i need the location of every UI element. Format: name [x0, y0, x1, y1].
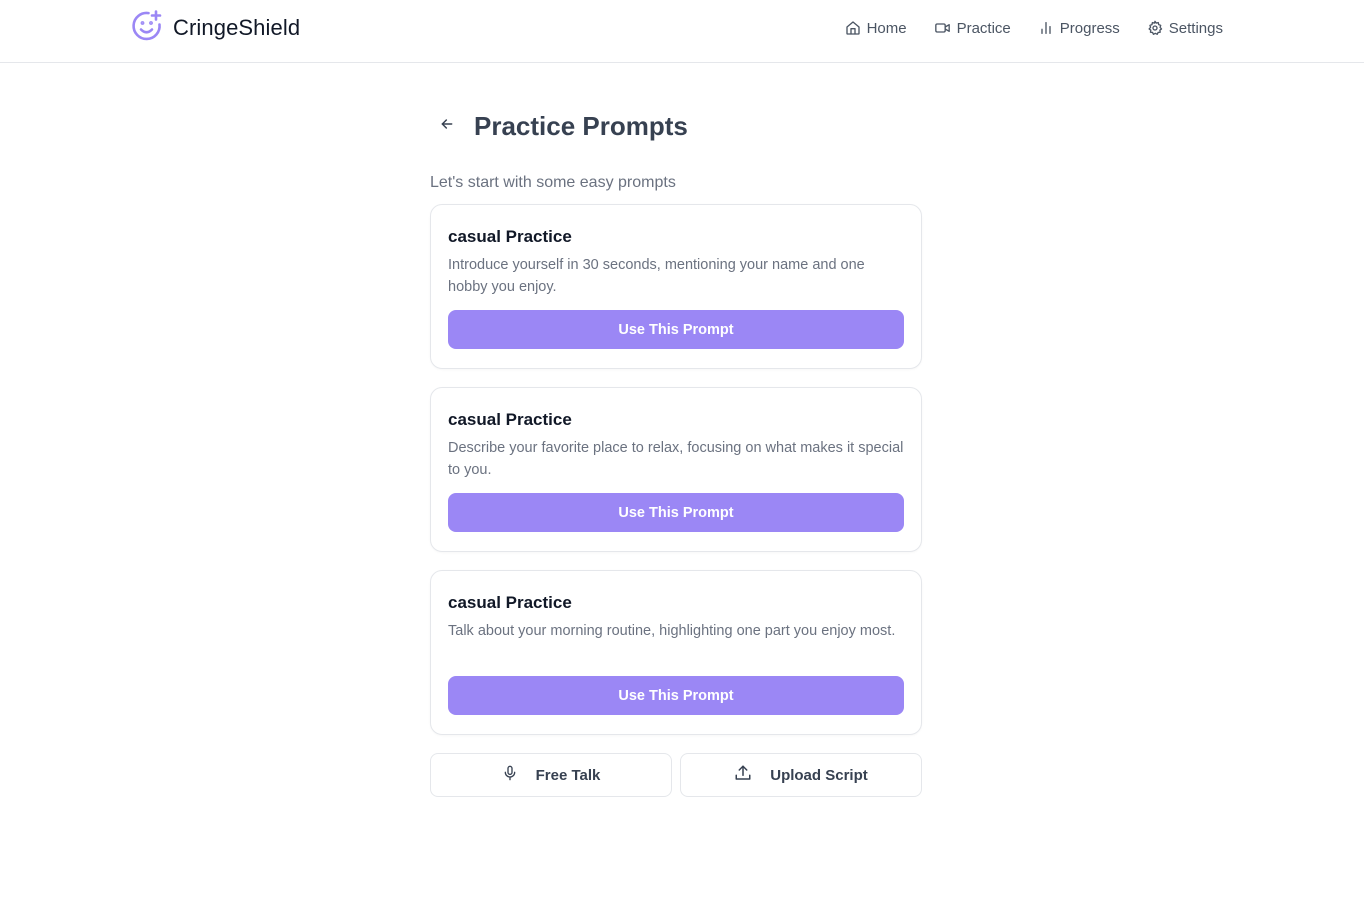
- upload-script-button[interactable]: Upload Script: [680, 753, 922, 797]
- smile-plus-icon: [130, 9, 164, 48]
- home-icon: [845, 20, 861, 36]
- page-header: Practice Prompts: [430, 100, 922, 152]
- nav-item-label: Settings: [1168, 19, 1223, 37]
- top-navigation-bar: CringeShield Home Practice Progress Sett…: [0, 0, 1364, 63]
- prompt-list: casual Practice Introduce yourself in 30…: [430, 204, 922, 735]
- upload-icon: [734, 764, 752, 786]
- video-icon: [934, 20, 951, 36]
- alternative-actions: Free Talk Upload Script: [430, 753, 922, 797]
- arrow-left-icon: [439, 116, 455, 137]
- nav-item-home[interactable]: Home: [845, 20, 907, 37]
- prompt-category: casual Practice: [448, 410, 572, 429]
- practice-prompts-page: Practice Prompts Let's start with some e…: [430, 100, 922, 797]
- nav-item-progress[interactable]: Progress: [1038, 20, 1120, 37]
- page-subtitle: Let's start with some easy prompts: [430, 174, 676, 191]
- gear-icon: [1147, 20, 1163, 36]
- nav-item-settings[interactable]: Settings: [1147, 20, 1223, 37]
- prompt-category: casual Practice: [448, 227, 572, 246]
- upload-script-label: Upload Script: [770, 766, 868, 784]
- brand-logo-link[interactable]: CringeShield: [130, 9, 301, 48]
- prompt-card: casual Practice Introduce yourself in 30…: [430, 204, 922, 369]
- back-button[interactable]: [430, 109, 464, 143]
- use-prompt-button[interactable]: Use This Prompt: [448, 310, 904, 349]
- main-nav: Home Practice Progress Settings: [845, 16, 1223, 40]
- nav-item-practice[interactable]: Practice: [934, 20, 1011, 37]
- page-title: Practice Prompts: [474, 110, 688, 141]
- prompt-text: Describe your favorite place to relax, f…: [448, 440, 904, 478]
- nav-item-label: Practice: [956, 19, 1011, 37]
- use-prompt-button[interactable]: Use This Prompt: [448, 676, 904, 715]
- prompt-card: casual Practice Talk about your morning …: [430, 570, 922, 735]
- bar-chart-icon: [1038, 20, 1054, 36]
- free-talk-button[interactable]: Free Talk: [430, 753, 672, 797]
- nav-item-label: Progress: [1059, 19, 1120, 37]
- prompt-text: Introduce yourself in 30 seconds, mentio…: [448, 257, 865, 295]
- prompt-card: casual Practice Describe your favorite p…: [430, 387, 922, 552]
- prompt-category: casual Practice: [448, 593, 572, 612]
- use-prompt-button[interactable]: Use This Prompt: [448, 493, 904, 532]
- nav-item-label: Home: [866, 19, 907, 37]
- microphone-icon: [502, 764, 518, 786]
- prompt-text: Talk about your morning routine, highlig…: [448, 623, 896, 639]
- free-talk-label: Free Talk: [535, 766, 601, 784]
- brand-name: CringeShield: [173, 15, 301, 40]
